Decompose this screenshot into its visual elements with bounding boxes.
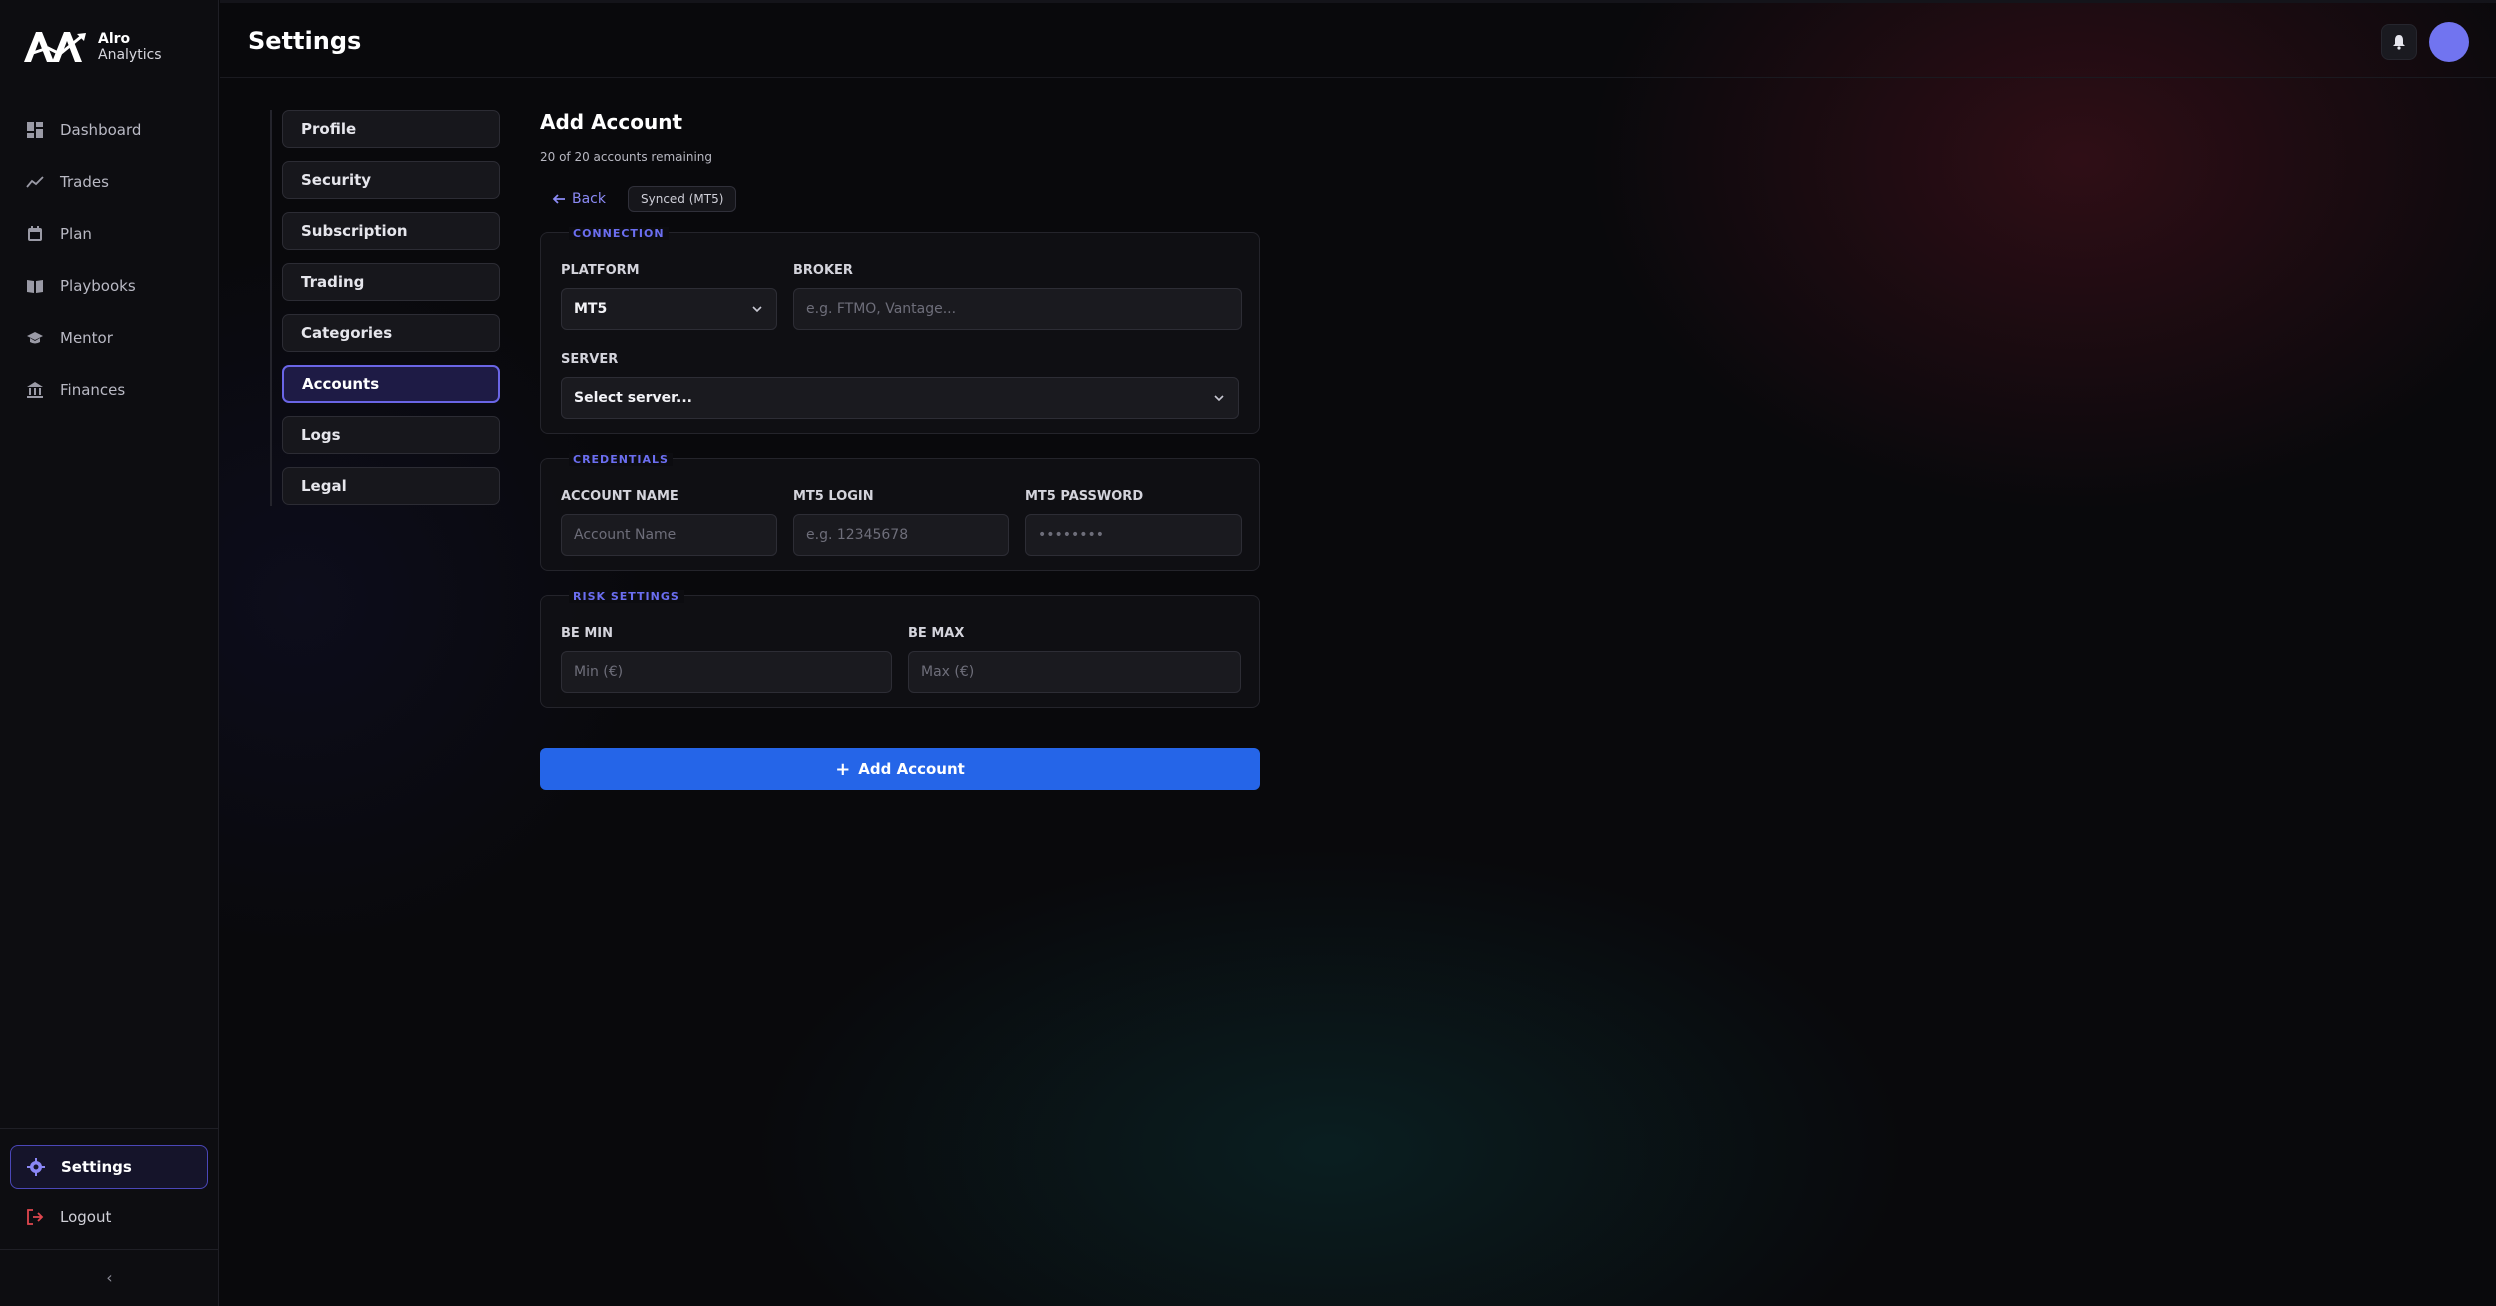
page-title: Settings [248,27,362,55]
be-max-input[interactable]: Max (€) [908,651,1241,693]
tab-security[interactable]: Security [282,161,500,199]
server-label: SERVER [561,352,619,367]
aa-logo-icon [24,32,86,62]
notifications-button[interactable] [2381,24,2417,60]
sidebar-item-playbooks[interactable]: Playbooks [0,260,219,312]
credentials-section: CREDENTIALS ACCOUNT NAME Account Name MT… [540,453,1260,571]
server-value: Select server... [574,390,692,406]
settings-label: Settings [61,1158,132,1176]
book-icon [26,277,44,295]
sidebar-item-label: Dashboard [60,121,142,139]
logout-icon [26,1208,44,1226]
logout-label: Logout [60,1208,112,1226]
be-min-input[interactable]: Min (€) [561,651,892,693]
sidebar-item-label: Finances [60,381,126,399]
main-nav: Dashboard Trades Plan Playbooks Mentor F… [0,104,219,416]
subnav-divider [270,110,272,506]
risk-settings-section: RISK SETTINGS BE MIN Min (€) BE MAX Max … [540,590,1260,708]
password-input[interactable]: •••••••• [1025,514,1242,556]
sidebar-item-label: Mentor [60,329,113,347]
back-row: Back Synced (MT5) [540,186,1260,212]
add-account-form: Add Account 20 of 20 accounts remaining … [540,110,1260,790]
back-button[interactable]: Back [540,191,606,207]
sidebar-item-mentor[interactable]: Mentor [0,312,219,364]
chevron-left-icon: ‹ [106,1268,113,1287]
sidebar-item-settings[interactable]: Settings [10,1145,208,1189]
sidebar-item-label: Playbooks [60,277,136,295]
sidebar-item-label: Plan [60,225,92,243]
login-input[interactable]: e.g. 12345678 [793,514,1009,556]
grid-icon [26,121,44,139]
be-min-label: BE MIN [561,626,613,641]
back-label: Back [572,191,606,207]
sidebar-item-dashboard[interactable]: Dashboard [0,104,219,156]
credentials-legend: CREDENTIALS [569,453,673,466]
sidebar-footer: Settings Logout ‹ [0,1128,219,1287]
connection-section: CONNECTION PLATFORM MT5 BROKER e.g. FTMO… [540,227,1260,434]
bell-icon [2393,35,2405,50]
tab-profile[interactable]: Profile [282,110,500,148]
platform-label: PLATFORM [561,263,640,278]
account-name-input[interactable]: Account Name [561,514,777,556]
collapse-sidebar-button[interactable]: ‹ [0,1249,219,1305]
server-select[interactable]: Select server... [561,377,1239,419]
tab-legal[interactable]: Legal [282,467,500,505]
password-label: MT5 PASSWORD [1025,489,1144,504]
form-title: Add Account [540,110,683,134]
login-label: MT5 LOGIN [793,489,874,504]
tab-trading[interactable]: Trading [282,263,500,301]
platform-select[interactable]: MT5 [561,288,777,330]
plus-icon: + [835,758,851,780]
calendar-icon [26,225,44,243]
settings-subnav: Profile Security Subscription Trading Ca… [282,110,500,518]
tab-subscription[interactable]: Subscription [282,212,500,250]
brand-name: Alro [98,31,131,47]
add-account-label: Add Account [858,760,965,778]
chevron-down-icon [752,306,762,313]
sidebar-item-plan[interactable]: Plan [0,208,219,260]
risk-legend: RISK SETTINGS [569,590,684,603]
sidebar-item-trades[interactable]: Trades [0,156,219,208]
tab-categories[interactable]: Categories [282,314,500,352]
arrow-left-icon [552,194,565,204]
top-header: Settings [220,0,2496,78]
connection-legend: CONNECTION [569,227,669,240]
bank-icon [26,381,44,399]
broker-label: BROKER [793,263,853,278]
broker-input[interactable]: e.g. FTMO, Vantage... [793,288,1242,330]
brand-logo[interactable]: Alro Analytics [22,28,162,66]
brand-subname: Analytics [98,47,162,63]
synced-badge: Synced (MT5) [628,186,737,212]
accounts-remaining-text: 20 of 20 accounts remaining [540,150,713,164]
be-max-label: BE MAX [908,626,965,641]
account-name-label: ACCOUNT NAME [561,489,679,504]
tab-logs[interactable]: Logs [282,416,500,454]
add-account-button[interactable]: + Add Account [540,748,1260,790]
graduation-cap-icon [26,329,44,347]
trend-icon [26,173,44,191]
sidebar: Alro Analytics Dashboard Trades Plan Pla… [0,0,219,1306]
sidebar-item-finances[interactable]: Finances [0,364,219,416]
gear-icon [27,1158,45,1176]
platform-value: MT5 [574,301,608,317]
avatar[interactable] [2429,22,2469,62]
tab-accounts[interactable]: Accounts [282,365,500,403]
logout-button[interactable]: Logout [10,1195,208,1239]
sidebar-item-label: Trades [60,173,109,191]
chevron-down-icon [1214,395,1224,402]
